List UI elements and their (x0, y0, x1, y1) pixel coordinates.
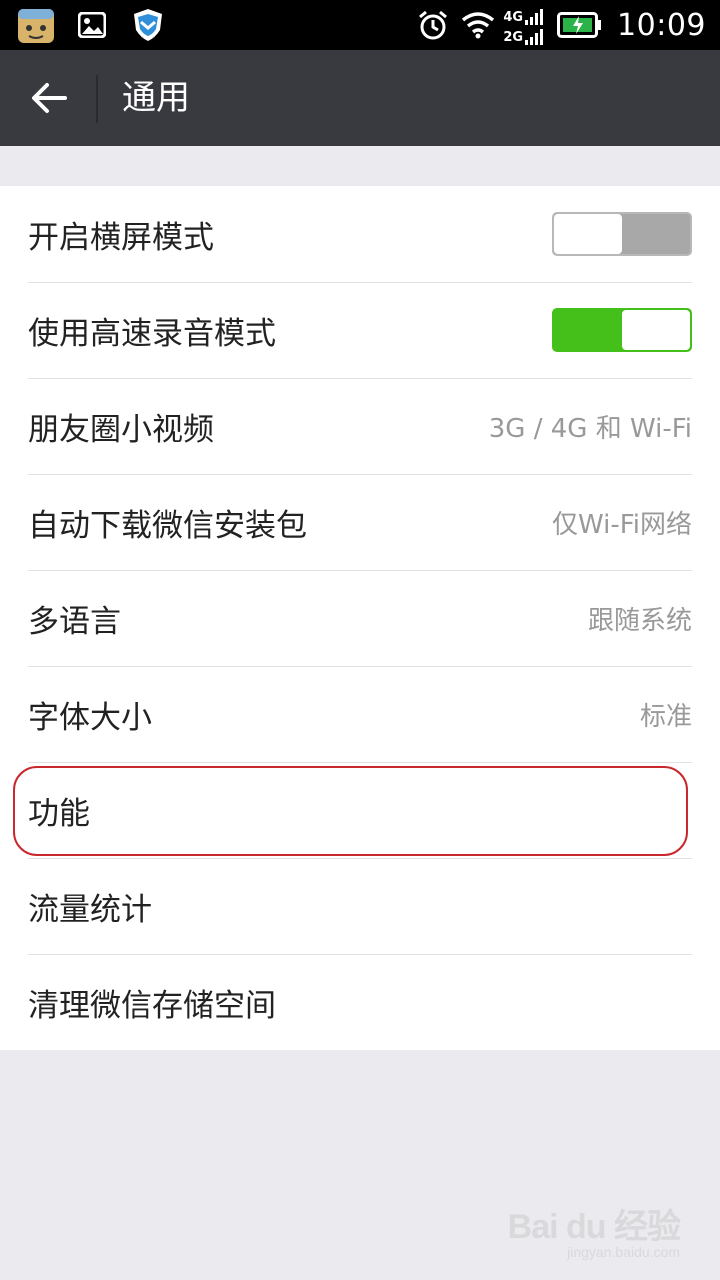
setting-label: 朋友圈小视频 (28, 411, 214, 448)
page-title: 通用 (122, 78, 190, 118)
setting-language[interactable]: 多语言 跟随系统 (0, 570, 720, 666)
setting-label: 流量统计 (28, 891, 152, 928)
setting-storage[interactable]: 清理微信存储空间 (0, 954, 720, 1050)
setting-value: 仅Wi-Fi网络 (551, 509, 692, 540)
setting-label: 清理微信存储空间 (28, 987, 276, 1024)
setting-landscape-mode[interactable]: 开启横屏模式 (0, 186, 720, 282)
hq-record-toggle[interactable] (552, 308, 692, 352)
setting-value: 3G / 4G 和 Wi-Fi (488, 413, 692, 444)
watermark-logo: Bai du 经验 (507, 1208, 681, 1246)
toggle-knob (622, 310, 690, 350)
signal-icon: 4G 2G (503, 5, 545, 45)
setting-auto-download[interactable]: 自动下载微信安装包 仅Wi-Fi网络 (0, 474, 720, 570)
net-type-bottom: 2G (503, 30, 524, 45)
app-avatar-icon (16, 5, 56, 45)
setting-font-size[interactable]: 字体大小 标准 (0, 666, 720, 762)
setting-label: 使用高速录音模式 (28, 315, 276, 352)
setting-traffic[interactable]: 流量统计 (0, 858, 720, 954)
shield-icon (128, 5, 168, 45)
settings-list: 开启横屏模式 使用高速录音模式 朋友圈小视频 3G / 4G 和 Wi-Fi 自… (0, 186, 720, 1050)
back-button[interactable] (18, 68, 80, 128)
header-divider (96, 75, 98, 123)
clock: 10:09 (617, 7, 706, 43)
watermark: Bai du 经验 jingyan.baidu.com (507, 1199, 681, 1260)
status-bar: 4G 2G 10:09 (0, 0, 720, 50)
landscape-toggle[interactable] (552, 212, 692, 256)
highlight-outline (13, 766, 688, 856)
net-type-top: 4G (503, 10, 524, 25)
setting-label: 字体大小 (28, 699, 152, 736)
setting-label: 多语言 (28, 603, 121, 640)
setting-hq-record[interactable]: 使用高速录音模式 (0, 282, 720, 378)
setting-label: 开启横屏模式 (28, 219, 214, 256)
setting-moments-video[interactable]: 朋友圈小视频 3G / 4G 和 Wi-Fi (0, 378, 720, 474)
setting-value: 跟随系统 (587, 605, 692, 636)
setting-value: 标准 (639, 701, 692, 732)
arrow-left-icon (32, 83, 67, 113)
wifi-icon (461, 11, 495, 39)
setting-label: 自动下载微信安装包 (28, 507, 307, 544)
action-bar: 通用 (0, 50, 720, 146)
alarm-icon (417, 9, 449, 41)
battery-icon (557, 11, 603, 39)
gallery-icon (72, 5, 112, 45)
toggle-knob (554, 214, 622, 254)
